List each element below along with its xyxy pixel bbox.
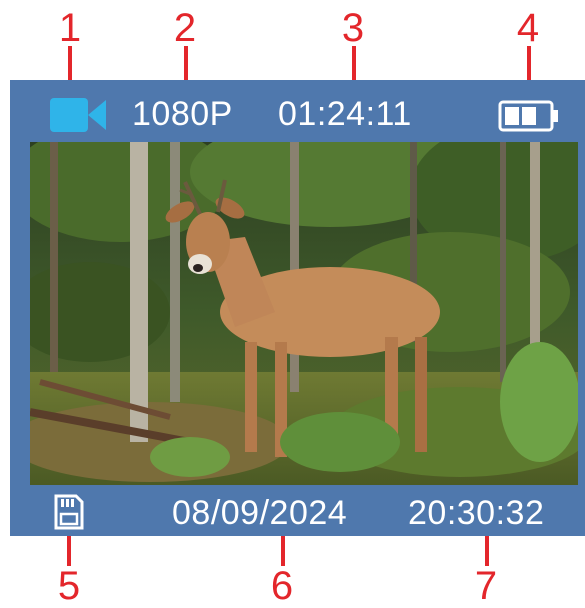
- video-camera-icon: [50, 98, 106, 132]
- time-label: 20:30:32: [408, 494, 545, 532]
- callout-5: 5: [57, 564, 81, 608]
- callout-2: 2: [173, 6, 197, 50]
- callout-3: 3: [341, 6, 365, 50]
- date-label: 08/09/2024: [172, 494, 348, 532]
- callout-6: 6: [270, 564, 294, 608]
- battery-icon: [498, 100, 558, 132]
- callout-4: 4: [516, 6, 540, 50]
- callout-1: 1: [58, 6, 82, 50]
- preview-image: [30, 142, 578, 485]
- resolution-label: 1080P: [132, 95, 233, 133]
- callout-7: 7: [474, 564, 498, 608]
- record-time-label: 01:24:11: [278, 95, 412, 133]
- sd-card-icon: [54, 494, 84, 530]
